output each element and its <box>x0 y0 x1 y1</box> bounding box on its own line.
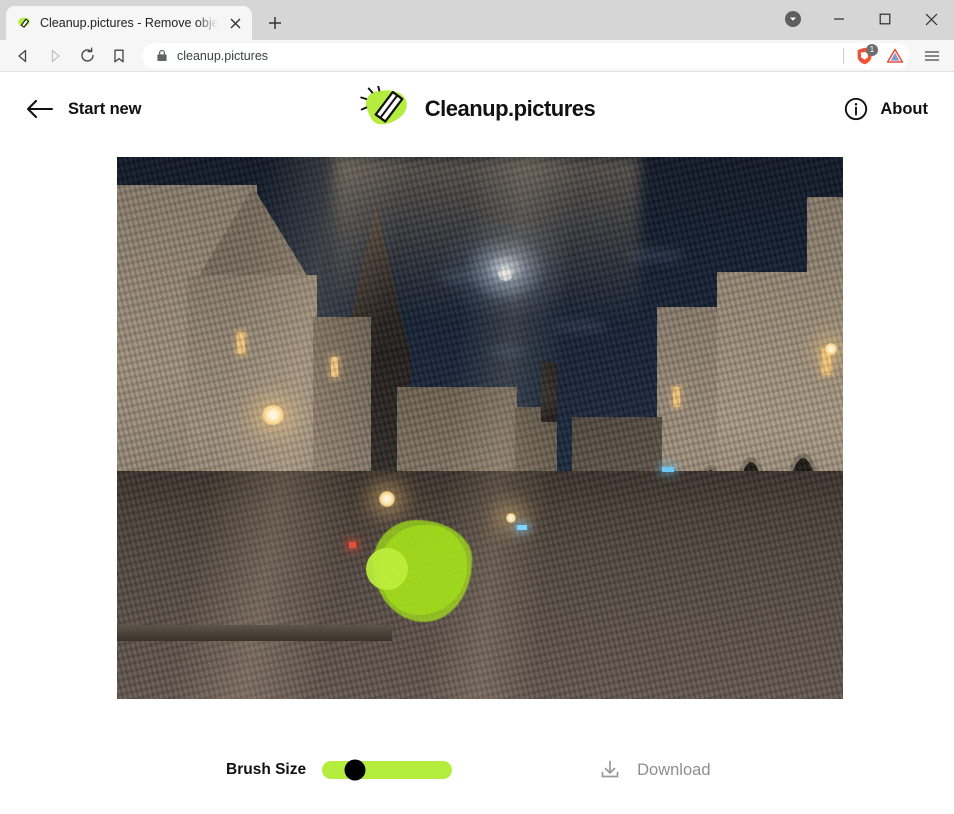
brush-size-label: Brush Size <box>226 761 307 778</box>
arrow-left-icon <box>26 99 54 119</box>
start-new-label: Start new <box>68 99 142 118</box>
window-close-button[interactable] <box>908 0 954 38</box>
download-icon <box>599 759 621 781</box>
cleanup-eraser-favicon <box>16 15 32 31</box>
editing-photo[interactable] <box>117 157 843 699</box>
browser-menu-button[interactable] <box>918 42 946 70</box>
close-icon[interactable] <box>226 14 244 32</box>
tab-search-button[interactable] <box>778 0 808 38</box>
lock-icon <box>156 49 168 62</box>
browser-tab[interactable]: Cleanup.pictures - Remove object <box>6 6 252 40</box>
url-text: cleanup.pictures <box>177 48 269 63</box>
window-controls <box>778 0 954 38</box>
download-label: Download <box>637 760 711 779</box>
brush-size-slider-thumb[interactable] <box>344 759 366 781</box>
eraser-logo-icon <box>359 86 415 132</box>
brave-shields-icon[interactable]: 1 <box>853 43 878 66</box>
maximize-button[interactable] <box>862 0 908 38</box>
forward-button[interactable] <box>40 42 70 70</box>
browser-titlebar: Cleanup.pictures - Remove object <box>0 0 954 40</box>
street-lamp-light <box>825 343 837 355</box>
brand-name: Cleanup.pictures <box>424 96 596 121</box>
start-new-button[interactable]: Start new <box>26 99 141 119</box>
browser-toolbar: cleanup.pictures 1 <box>0 40 954 72</box>
bookmark-button[interactable] <box>104 42 134 70</box>
editor-toolbar: Brush Size Download <box>0 726 954 814</box>
street-lamp-light <box>506 513 516 523</box>
about-button[interactable]: About <box>844 97 928 121</box>
download-button[interactable]: Download <box>599 759 711 781</box>
tail-light <box>349 542 356 548</box>
editor-canvas-area <box>0 146 954 699</box>
app-page: Start new Cleanup.pictures About Brush S… <box>0 72 954 814</box>
brush-cursor <box>366 548 408 590</box>
bridge-railing <box>117 625 392 641</box>
reload-button[interactable] <box>72 42 102 70</box>
shields-count-badge: 1 <box>866 43 878 56</box>
shop-sign-light <box>517 525 527 530</box>
omnibox-divider <box>843 47 844 64</box>
new-tab-button[interactable] <box>260 8 290 38</box>
brave-rewards-triangle-icon[interactable] <box>884 46 906 66</box>
back-button[interactable] <box>8 42 38 70</box>
tab-strip: Cleanup.pictures - Remove object <box>0 0 290 40</box>
street-lamp-light <box>379 491 395 507</box>
info-circle-icon <box>844 97 868 121</box>
brush-size-control[interactable]: Brush Size <box>226 759 453 781</box>
minimize-button[interactable] <box>816 0 862 38</box>
street-lamp-light <box>262 405 284 425</box>
shop-sign-light <box>662 467 674 472</box>
tab-title: Cleanup.pictures - Remove object <box>40 16 218 30</box>
app-header: Start new Cleanup.pictures About <box>0 72 954 146</box>
about-label: About <box>880 99 928 118</box>
brush-size-slider[interactable] <box>322 759 453 781</box>
address-bar[interactable]: cleanup.pictures 1 <box>142 42 910 69</box>
brand-logo-group[interactable]: Cleanup.pictures <box>359 86 596 132</box>
wet-cobblestone-sheen <box>117 157 843 699</box>
chevron-down-icon <box>785 11 801 27</box>
